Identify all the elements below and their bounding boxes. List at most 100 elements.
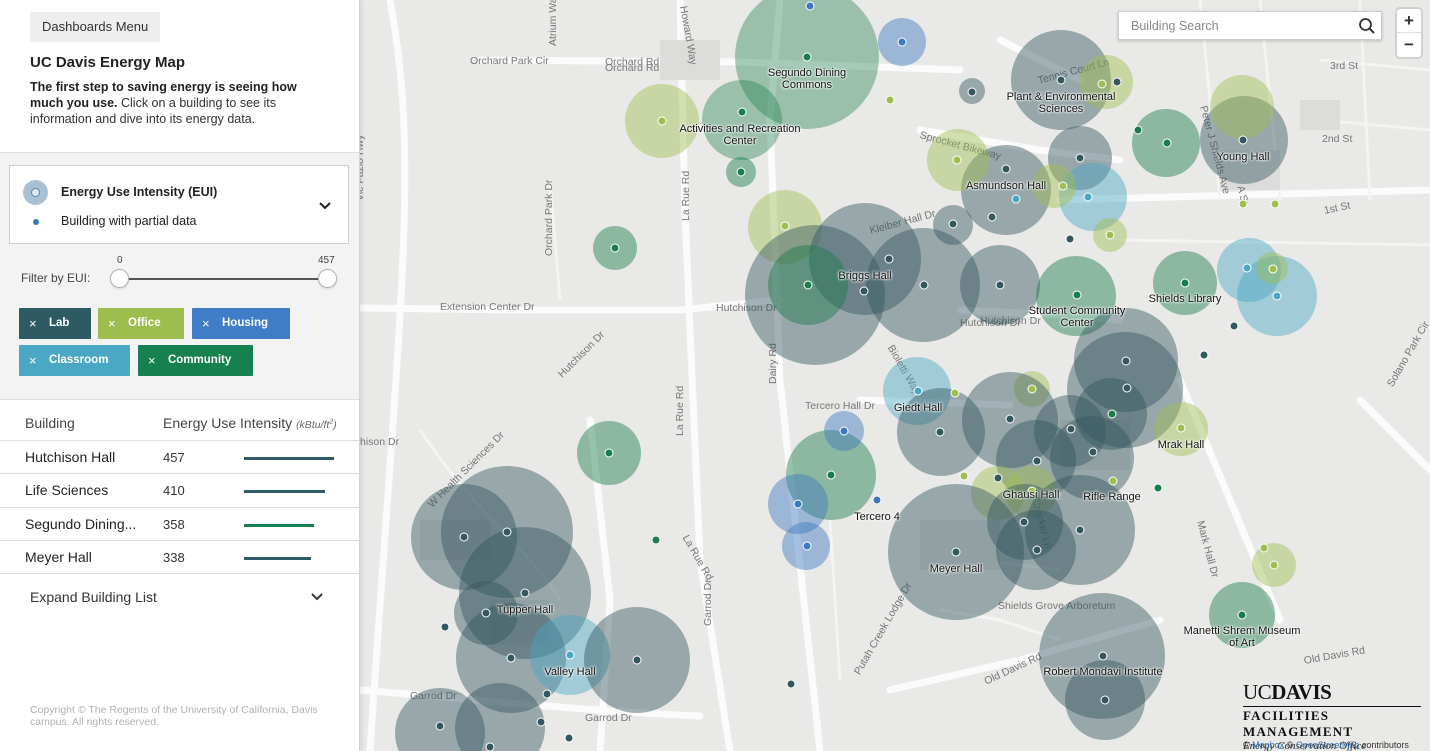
building-dot[interactable] bbox=[1075, 525, 1085, 535]
building-dot[interactable] bbox=[952, 155, 962, 165]
building-dot[interactable] bbox=[1268, 264, 1278, 274]
building-dot[interactable] bbox=[1199, 350, 1209, 360]
building-eui-circle[interactable] bbox=[702, 80, 782, 160]
building-dot[interactable] bbox=[786, 679, 796, 689]
building-dot[interactable] bbox=[502, 527, 512, 537]
building-dot[interactable] bbox=[1001, 164, 1011, 174]
building-dot[interactable] bbox=[1066, 424, 1076, 434]
table-row[interactable]: Life Sciences 410 bbox=[0, 473, 359, 507]
building-dot[interactable] bbox=[948, 219, 958, 229]
chip-community[interactable]: × Community bbox=[138, 345, 253, 376]
zoom-out-button[interactable]: − bbox=[1397, 33, 1421, 57]
building-dot[interactable] bbox=[959, 471, 969, 481]
building-dot[interactable] bbox=[1027, 486, 1037, 496]
building-dot[interactable] bbox=[885, 95, 895, 105]
energy-map[interactable]: Orchard Park Cir Orchard Rd Vic Fazio Hwy O… bbox=[360, 0, 1430, 751]
building-dot[interactable] bbox=[506, 653, 516, 663]
building-dot[interactable] bbox=[1259, 543, 1269, 553]
building-dot[interactable] bbox=[1097, 79, 1107, 89]
building-dot[interactable] bbox=[805, 1, 815, 11]
building-dot[interactable] bbox=[1072, 290, 1082, 300]
building-dot[interactable] bbox=[1065, 234, 1075, 244]
building-dot[interactable] bbox=[802, 52, 812, 62]
expand-building-list[interactable]: Expand Building List bbox=[30, 589, 157, 605]
building-dot[interactable] bbox=[610, 243, 620, 253]
building-dot[interactable] bbox=[1270, 199, 1280, 209]
building-dot[interactable] bbox=[737, 107, 747, 117]
building-dot[interactable] bbox=[802, 541, 812, 551]
building-dot[interactable] bbox=[1107, 409, 1117, 419]
table-row[interactable]: Meyer Hall 338 bbox=[0, 540, 359, 574]
chevron-down-icon[interactable] bbox=[308, 589, 326, 605]
building-dot[interactable] bbox=[1122, 383, 1132, 393]
chip-office[interactable]: × Office bbox=[98, 308, 184, 339]
eui-slider-min-handle[interactable] bbox=[110, 269, 129, 288]
building-dot[interactable] bbox=[1032, 456, 1042, 466]
zoom-in-button[interactable]: + bbox=[1397, 9, 1421, 33]
search-icon[interactable] bbox=[1358, 17, 1376, 35]
building-dot[interactable] bbox=[632, 655, 642, 665]
building-dot[interactable] bbox=[520, 588, 530, 598]
building-dot[interactable] bbox=[987, 212, 997, 222]
mapbox-link[interactable]: Mapbox bbox=[1252, 740, 1284, 750]
building-dot[interactable] bbox=[1088, 447, 1098, 457]
building-dot[interactable] bbox=[793, 499, 803, 509]
col-eui-header[interactable]: Energy Use Intensity (kBtu/ft2) bbox=[163, 415, 337, 431]
building-dot[interactable] bbox=[995, 280, 1005, 290]
building-dot[interactable] bbox=[1105, 230, 1115, 240]
building-dot[interactable] bbox=[1133, 125, 1143, 135]
osm-link[interactable]: OpenStreetMap bbox=[1296, 740, 1360, 750]
building-dot[interactable] bbox=[1272, 291, 1282, 301]
building-dot[interactable] bbox=[950, 388, 960, 398]
building-search-input[interactable] bbox=[1131, 16, 1351, 36]
building-dot[interactable] bbox=[536, 717, 546, 727]
building-dot[interactable] bbox=[1005, 414, 1015, 424]
building-dot[interactable] bbox=[1229, 321, 1239, 331]
building-dot[interactable] bbox=[542, 689, 552, 699]
building-dot[interactable] bbox=[1238, 199, 1248, 209]
chip-classroom[interactable]: × Classroom bbox=[19, 345, 130, 376]
eui-slider-max-handle[interactable] bbox=[318, 269, 337, 288]
building-dot[interactable] bbox=[1032, 545, 1042, 555]
chevron-down-icon[interactable] bbox=[315, 198, 335, 214]
building-dot[interactable] bbox=[1238, 135, 1248, 145]
building-dot[interactable] bbox=[1056, 75, 1066, 85]
building-dot[interactable] bbox=[967, 87, 977, 97]
building-dot[interactable] bbox=[1108, 476, 1118, 486]
building-dot[interactable] bbox=[1075, 153, 1085, 163]
chip-housing[interactable]: × Housing bbox=[192, 308, 290, 339]
building-dot[interactable] bbox=[604, 448, 614, 458]
building-dot[interactable] bbox=[651, 535, 661, 545]
building-dot[interactable] bbox=[935, 427, 945, 437]
col-building-header[interactable]: Building bbox=[25, 415, 75, 431]
building-dot[interactable] bbox=[1269, 560, 1279, 570]
building-dot[interactable] bbox=[1027, 384, 1037, 394]
chip-lab[interactable]: × Lab bbox=[19, 308, 91, 339]
building-dot[interactable] bbox=[872, 495, 882, 505]
building-dot[interactable] bbox=[1121, 356, 1131, 366]
building-search[interactable] bbox=[1118, 11, 1382, 40]
building-dot[interactable] bbox=[485, 742, 495, 751]
building-dot[interactable] bbox=[1011, 194, 1021, 204]
building-dot[interactable] bbox=[1176, 423, 1186, 433]
building-dot[interactable] bbox=[951, 547, 961, 557]
building-dot[interactable] bbox=[859, 286, 869, 296]
building-dot[interactable] bbox=[1058, 181, 1068, 191]
building-eui-circle[interactable] bbox=[1032, 164, 1076, 208]
building-dot[interactable] bbox=[897, 37, 907, 47]
building-dot[interactable] bbox=[780, 221, 790, 231]
building-dot[interactable] bbox=[435, 721, 445, 731]
building-dot[interactable] bbox=[565, 650, 575, 660]
building-dot[interactable] bbox=[1153, 483, 1163, 493]
building-dot[interactable] bbox=[1019, 517, 1029, 527]
building-dot[interactable] bbox=[1098, 651, 1108, 661]
building-dot[interactable] bbox=[440, 622, 450, 632]
building-eui-circle[interactable] bbox=[1210, 75, 1274, 139]
building-dot[interactable] bbox=[657, 116, 667, 126]
building-dot[interactable] bbox=[1162, 138, 1172, 148]
building-dot[interactable] bbox=[1180, 278, 1190, 288]
building-dot[interactable] bbox=[919, 280, 929, 290]
building-dot[interactable] bbox=[564, 733, 574, 743]
building-dot[interactable] bbox=[1242, 263, 1252, 273]
building-dot[interactable] bbox=[1237, 610, 1247, 620]
